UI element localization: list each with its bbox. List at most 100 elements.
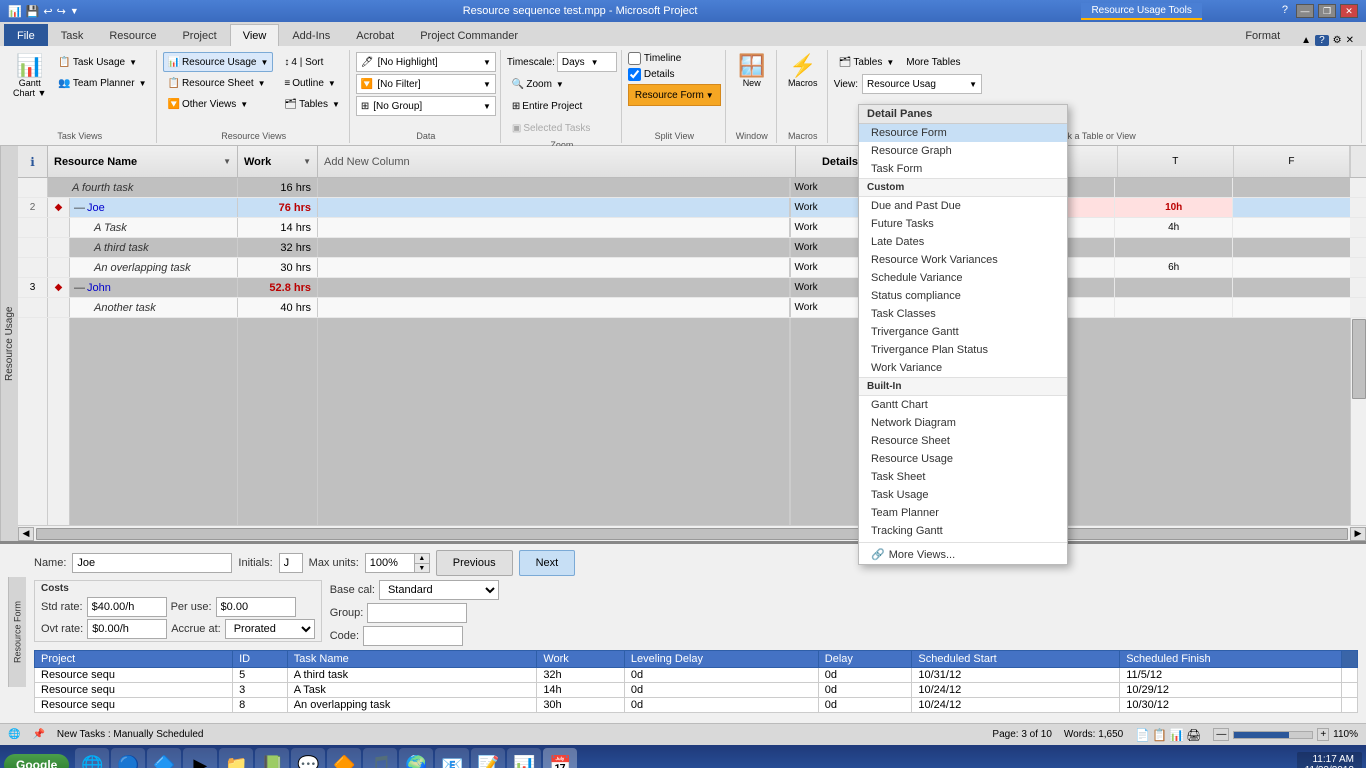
ribbon-minimize-btn[interactable]: ▲ <box>1301 35 1311 46</box>
start-button[interactable]: Google <box>4 754 69 768</box>
base-cal-select[interactable]: Standard <box>379 580 499 600</box>
resource-name-header[interactable]: Resource Name ▼ <box>48 146 238 177</box>
scroll-right-btn[interactable]: ▶ <box>1350 527 1366 541</box>
dropdown-item-gantt-chart[interactable]: Gantt Chart <box>859 396 1067 414</box>
taskbar-item-10[interactable]: 🌍 <box>399 748 433 768</box>
taskbar-item-2[interactable]: 🔵 <box>111 748 145 768</box>
taskbar-item-11[interactable]: 📧 <box>435 748 469 768</box>
code-input[interactable] <box>363 626 463 646</box>
taskbar-item-12[interactable]: 📝 <box>471 748 505 768</box>
dropdown-item-triv-plan[interactable]: Trivergance Plan Status <box>859 341 1067 359</box>
dropdown-item-more-views[interactable]: 🔗 More Views... <box>859 545 1067 564</box>
dropdown-item-triv-gantt[interactable]: Trivergance Gantt <box>859 323 1067 341</box>
quick-access-redo[interactable]: ↪ <box>57 5 66 18</box>
tab-format[interactable]: Format <box>1232 24 1293 46</box>
tab-project-commander[interactable]: Project Commander <box>407 24 531 46</box>
gantt-view-btn[interactable]: 📊 <box>1169 728 1184 742</box>
dropdown-item-future-tasks[interactable]: Future Tasks <box>859 215 1067 233</box>
ribbon-options-btn[interactable]: ⚙ <box>1333 35 1342 46</box>
macros-btn[interactable]: ⚡ Macros <box>783 52 823 91</box>
tab-acrobat[interactable]: Acrobat <box>343 24 407 46</box>
minimize-btn[interactable]: — <box>1296 4 1314 18</box>
timescale-dropdown[interactable]: Days ▼ <box>557 52 617 72</box>
taskbar-item-9[interactable]: 🎵 <box>363 748 397 768</box>
tables-pick-btn[interactable]: 🗂 Tables ▼ <box>834 52 900 72</box>
tab-resource[interactable]: Resource <box>96 24 169 46</box>
h-scrollbar-thumb[interactable] <box>36 528 1348 540</box>
ribbon-close-ribbon-btn[interactable]: ✕ <box>1346 35 1354 46</box>
timeline-checkbox[interactable] <box>628 52 641 65</box>
sort-btn[interactable]: ↕ 4 | Sort <box>279 52 345 72</box>
row-name-resource-john[interactable]: — John <box>70 278 238 297</box>
restore-btn[interactable]: ❐ <box>1318 4 1336 18</box>
taskbar-ms-project[interactable]: 📅 <box>543 748 577 768</box>
dropdown-item-resource-form[interactable]: Resource Form <box>859 124 1067 142</box>
h-scrollbar[interactable]: ◀ ▶ <box>18 525 1366 541</box>
close-btn[interactable]: ✕ <box>1340 4 1358 18</box>
details-checkbox[interactable] <box>628 68 641 81</box>
tables-group-btn[interactable]: 🗂 Tables ▼ <box>279 94 345 114</box>
entire-project-btn[interactable]: ⊞ Entire Project <box>507 96 617 116</box>
dropdown-item-network-diagram[interactable]: Network Diagram <box>859 414 1067 432</box>
scrollbar-v[interactable] <box>1350 318 1366 525</box>
table-row[interactable]: 3 ◆ — John 52.8 hrs Work <box>18 278 1366 298</box>
outline-view-btn[interactable]: 📋 <box>1152 728 1167 742</box>
name-input[interactable] <box>72 553 232 573</box>
other-views-btn[interactable]: 🔽 Other Views ▼ <box>163 94 274 114</box>
zoom-slider[interactable] <box>1233 731 1313 739</box>
dropdown-item-task-form[interactable]: Task Form <box>859 160 1067 178</box>
tab-task[interactable]: Task <box>48 24 97 46</box>
row-name-subrow[interactable]: Another task <box>70 298 238 317</box>
taskbar-item-8[interactable]: 🔶 <box>327 748 361 768</box>
dropdown-item-tracking-gantt[interactable]: Tracking Gantt <box>859 522 1067 540</box>
table-row[interactable]: 2 ◆ — Joe 76 hrs Work 10h 10h <box>18 198 1366 218</box>
gantt-chart-btn[interactable]: 📊 GanttChart ▼ <box>8 52 51 101</box>
timeline-checkbox-row[interactable]: Timeline <box>628 52 721 65</box>
initials-input[interactable] <box>279 553 303 573</box>
tab-view[interactable]: View <box>230 24 280 46</box>
ribbon-help-btn[interactable]: ? <box>1315 35 1329 46</box>
dropdown-item-task-usage[interactable]: Task Usage <box>859 486 1067 504</box>
per-use-input[interactable] <box>216 597 296 617</box>
next-btn[interactable]: Next <box>519 550 576 576</box>
table-row[interactable]: Resource sequ 5 A third task 32h 0d 0d 1… <box>35 668 1358 683</box>
zoom-plus-btn[interactable]: + <box>1317 728 1329 741</box>
dropdown-item-due-past-due[interactable]: Due and Past Due <box>859 197 1067 215</box>
scrollbar-v-thumb[interactable] <box>1352 319 1366 399</box>
quick-access-dropdown[interactable]: ▼ <box>70 6 79 16</box>
previous-btn[interactable]: Previous <box>436 550 513 576</box>
details-checkbox-row[interactable]: Details <box>628 68 721 81</box>
row-name-subrow[interactable]: An overlapping task <box>70 258 238 277</box>
table-row[interactable]: Resource sequ 3 A Task 14h 0d 0d 10/24/1… <box>35 683 1358 698</box>
tab-addins[interactable]: Add-Ins <box>279 24 343 46</box>
row-name-resource[interactable]: — Joe <box>70 198 238 217</box>
taskbar-item-3[interactable]: 🔷 <box>147 748 181 768</box>
team-planner-btn[interactable]: 👥 Team Planner ▼ <box>53 73 151 93</box>
dropdown-item-res-work-var[interactable]: Resource Work Variances <box>859 251 1067 269</box>
maxunits-input[interactable] <box>365 553 415 573</box>
dropdown-item-late-dates[interactable]: Late Dates <box>859 233 1067 251</box>
quick-access-save[interactable]: 💾 <box>26 5 40 18</box>
tab-project[interactable]: Project <box>169 24 229 46</box>
add-col-header[interactable]: Add New Column <box>318 146 795 177</box>
spin-down-btn[interactable]: ▼ <box>415 563 429 572</box>
print-view-btn[interactable]: 🖨 <box>1186 728 1201 742</box>
table-row[interactable]: Resource sequ 8 An overlapping task 30h … <box>35 698 1358 713</box>
help-btn[interactable]: ? <box>1282 4 1288 18</box>
row-name-cell[interactable]: A fourth task <box>48 178 238 197</box>
more-tables-btn[interactable]: More Tables <box>901 52 965 72</box>
std-rate-input[interactable] <box>87 597 167 617</box>
taskbar-item-6[interactable]: 📗 <box>255 748 289 768</box>
outline-btn[interactable]: ≡ Outline ▼ <box>279 73 345 93</box>
taskbar-item-7[interactable]: 💬 <box>291 748 325 768</box>
task-usage-btn[interactable]: 📋 Task Usage ▼ <box>53 52 151 72</box>
dropdown-item-resource-usage[interactable]: Resource Usage <box>859 450 1067 468</box>
quick-access-undo[interactable]: ↩ <box>43 5 52 18</box>
spin-up-btn[interactable]: ▲ <box>415 554 429 563</box>
taskbar-item-13[interactable]: 📊 <box>507 748 541 768</box>
row-name-subrow[interactable]: A third task <box>70 238 238 257</box>
scroll-left-btn[interactable]: ◀ <box>18 527 34 541</box>
highlight-dropdown[interactable]: 🖊 [No Highlight] ▼ <box>356 52 496 72</box>
tab-file[interactable]: File <box>4 24 48 46</box>
zoom-minus-btn[interactable]: — <box>1213 728 1229 741</box>
